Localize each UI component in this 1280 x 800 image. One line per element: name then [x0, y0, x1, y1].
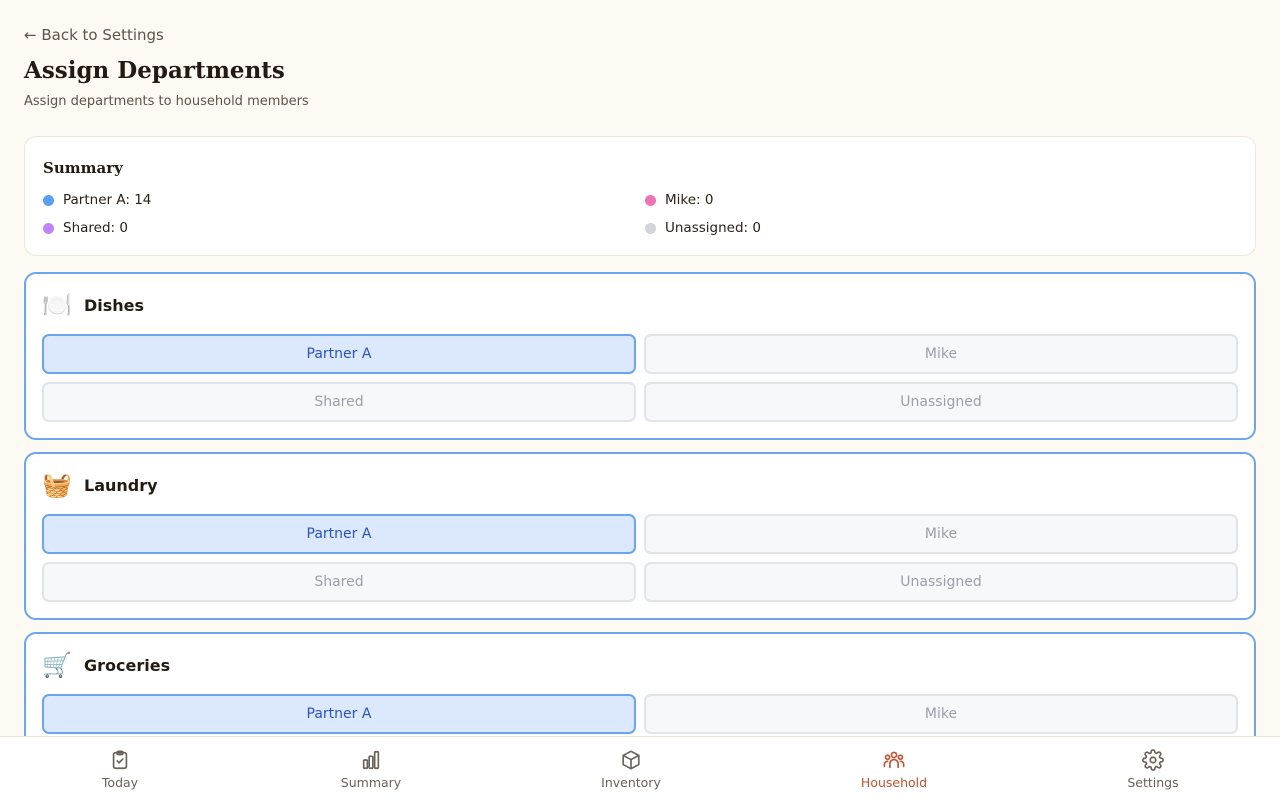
summary-legend: Partner A: 14 Mike: 0 Shared: 0 Unassign… [43, 192, 1239, 236]
clipboard-check-icon [112, 749, 128, 769]
nav-label-settings: Settings [1127, 774, 1179, 790]
department-card-groceries: 🛒 Groceries Partner A Mike [24, 632, 1256, 736]
legend-mike: Mike: 0 [645, 192, 1239, 208]
assign-shared-button[interactable]: Shared [42, 382, 636, 422]
page-title: Assign Departments [24, 57, 285, 84]
legend-shared-label: Shared: 0 [63, 220, 128, 236]
assign-partner-a-button[interactable]: Partner A [42, 334, 636, 374]
nav-item-today[interactable]: Today [40, 737, 200, 800]
nav-item-inventory[interactable]: Inventory [551, 737, 711, 800]
shopping-cart-icon: 🛒 [42, 651, 72, 679]
assign-shared-button[interactable]: Shared [42, 562, 636, 602]
legend-mike-label: Mike: 0 [665, 192, 714, 208]
nav-item-settings[interactable]: Settings [1073, 737, 1233, 800]
legend-partner-a-label: Partner A: 14 [63, 192, 152, 208]
legend-unassigned: Unassigned: 0 [645, 220, 1239, 236]
partner-a-color-dot [43, 194, 54, 206]
back-to-settings-link[interactable]: ← Back to Settings [24, 26, 164, 44]
department-header: 🧺 Laundry [42, 470, 158, 500]
nav-item-household[interactable]: Household [814, 737, 974, 800]
department-name: Groceries [84, 655, 171, 675]
back-link-label: ← Back to Settings [24, 26, 164, 44]
department-name: Dishes [84, 295, 145, 315]
laundry-basket-icon: 🧺 [42, 471, 72, 499]
assign-mike-button[interactable]: Mike [644, 694, 1238, 734]
assign-partner-a-button[interactable]: Partner A [42, 694, 636, 734]
legend-partner-a: Partner A: 14 [43, 192, 645, 208]
nav-label-household: Household [860, 774, 928, 790]
box-icon [622, 749, 640, 770]
department-card-dishes: 🍽️ Dishes Partner A Mike Shared Unassign… [24, 272, 1256, 440]
nav-label-summary: Summary [340, 774, 402, 790]
department-header: 🍽️ Dishes [42, 290, 144, 320]
legend-shared: Shared: 0 [43, 220, 645, 236]
unassigned-color-dot [645, 222, 656, 234]
assign-mike-button[interactable]: Mike [644, 514, 1238, 554]
mike-color-dot [645, 194, 656, 206]
assign-partner-a-button[interactable]: Partner A [42, 514, 636, 554]
legend-unassigned-label: Unassigned: 0 [665, 220, 761, 236]
gear-icon [1142, 748, 1164, 771]
department-header: 🛒 Groceries [42, 650, 170, 680]
assign-mike-button[interactable]: Mike [644, 334, 1238, 374]
shared-color-dot [43, 222, 54, 234]
people-icon [883, 751, 905, 768]
main-content: ← Back to Settings Assign Departments As… [0, 0, 1280, 736]
bar-chart-icon [362, 750, 380, 769]
summary-title: Summary [43, 159, 123, 177]
nav-item-summary[interactable]: Summary [291, 737, 451, 800]
nav-label-today: Today [101, 774, 139, 790]
summary-card: Summary Partner A: 14 Mike: 0 Shared: 0 … [24, 136, 1256, 256]
assign-unassigned-button[interactable]: Unassigned [644, 562, 1238, 602]
assign-unassigned-button[interactable]: Unassigned [644, 382, 1238, 422]
page-subtitle: Assign departments to household members [24, 94, 309, 109]
bottom-navigation: Today Summary Inventory Household Settin… [0, 736, 1280, 800]
department-card-laundry: 🧺 Laundry Partner A Mike Shared Unassign… [24, 452, 1256, 620]
department-name: Laundry [84, 475, 158, 495]
plate-cutlery-icon: 🍽️ [42, 291, 72, 319]
nav-label-inventory: Inventory [601, 774, 661, 790]
